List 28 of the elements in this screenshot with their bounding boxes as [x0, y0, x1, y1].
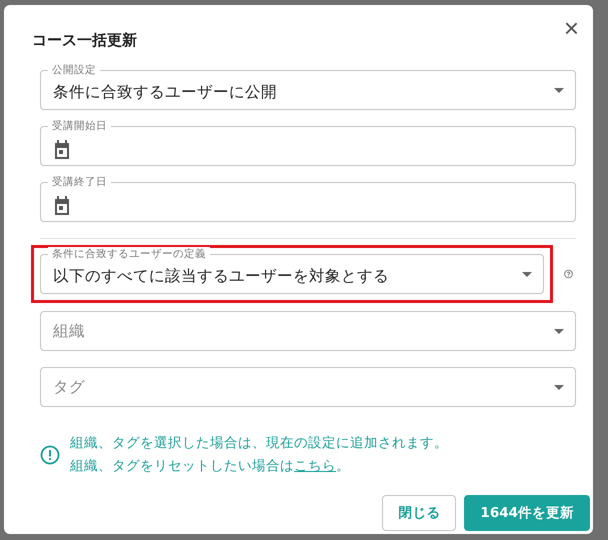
- field-placeholder: 組織: [53, 320, 86, 342]
- select-field[interactable]: タグ: [40, 359, 576, 407]
- dropdown-caret-icon: [554, 88, 564, 92]
- info-icon: [40, 444, 60, 464]
- select-field[interactable]: 組織: [40, 303, 576, 351]
- field-value: 以下のすべてに該当するユーザーを対象とする: [53, 266, 390, 286]
- date-field[interactable]: 受講開始日: [40, 118, 576, 166]
- field-placeholder: タグ: [53, 376, 86, 398]
- calendar-icon[interactable]: [53, 140, 71, 160]
- select-field[interactable]: 公開設定 条件に合致するユーザーに公開: [40, 62, 576, 110]
- calendar-icon[interactable]: [53, 196, 71, 216]
- notice-text: 組織、タグを選択した場合は、現在の設定に追加されます。: [70, 434, 448, 452]
- dialog-title: コース一括更新: [32, 31, 138, 51]
- field-value: 条件に合致するユーザーに公開: [53, 82, 278, 102]
- close-button[interactable]: ×: [560, 15, 583, 41]
- select-field[interactable]: 条件に合致するユーザーの定義 以下のすべてに該当するユーザーを対象とする: [40, 246, 544, 294]
- field-label: 条件に合致するユーザーの定義: [48, 247, 210, 261]
- notice-text: 組織、タグをリセットしたい場合は こちら。: [70, 457, 351, 475]
- field-label: 受講開始日: [48, 119, 111, 133]
- dropdown-caret-icon: [522, 272, 532, 276]
- dropdown-caret-icon: [554, 328, 564, 334]
- date-field[interactable]: 受講終了日: [40, 174, 576, 222]
- reset-link[interactable]: こちら: [294, 458, 336, 474]
- close-dialog-button[interactable]: 閉じる: [382, 495, 456, 531]
- field-label: 受講終了日: [48, 175, 111, 189]
- update-button[interactable]: 1644件を更新: [464, 495, 590, 531]
- dropdown-caret-icon: [554, 384, 564, 390]
- field-label: 公開設定: [48, 63, 100, 77]
